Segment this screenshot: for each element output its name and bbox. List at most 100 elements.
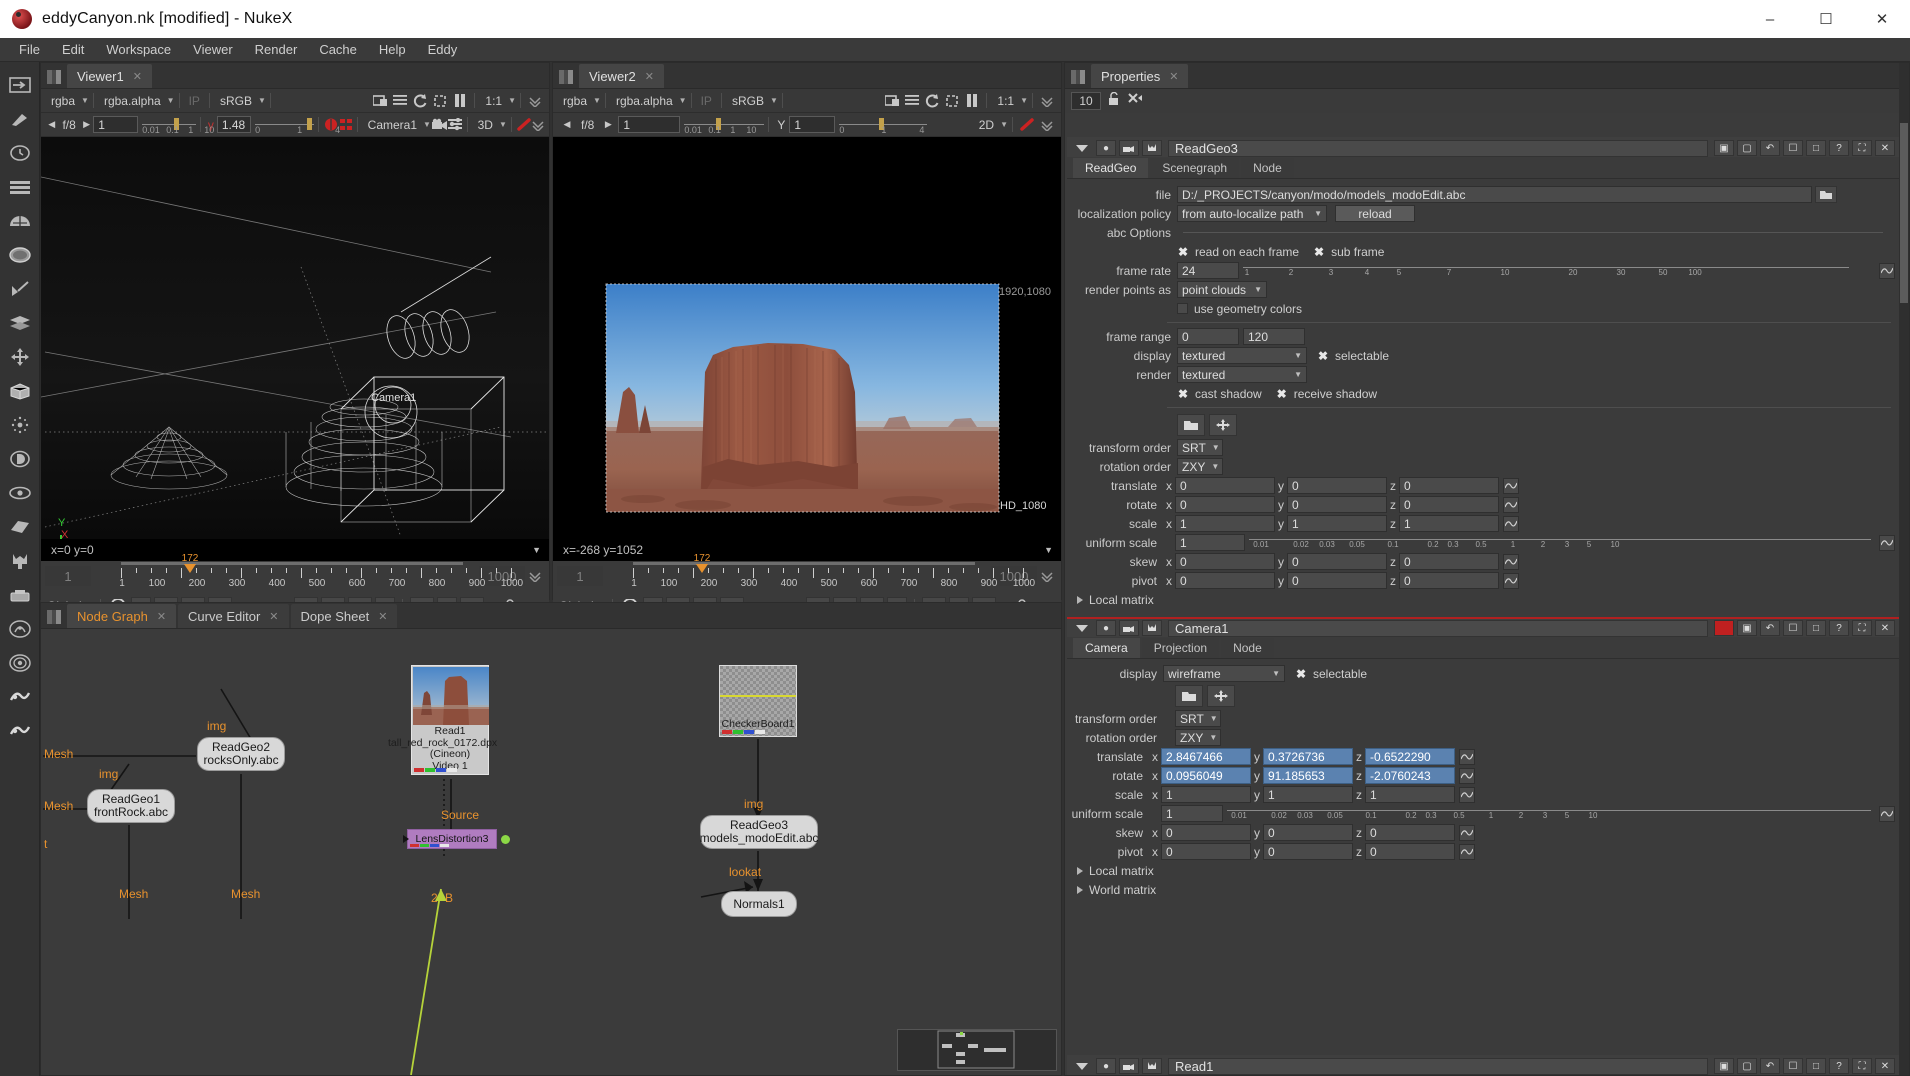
pivot-y-input[interactable]: 0 bbox=[1287, 572, 1387, 589]
viewer2-ip-toggle[interactable]: IP bbox=[696, 94, 717, 108]
close-panel-icon[interactable]: ✕ bbox=[1875, 1058, 1895, 1074]
reload-button[interactable]: reload bbox=[1335, 205, 1415, 222]
clear-all-icon[interactable] bbox=[1127, 92, 1143, 111]
cam-translate-z-input[interactable]: -0.6522290 bbox=[1365, 748, 1455, 765]
viewer2-layer[interactable]: rgba.alpha bbox=[610, 94, 679, 108]
display-dropdown[interactable]: textured ▼ bbox=[1177, 347, 1307, 364]
float-icon[interactable]: ⛶ bbox=[1852, 620, 1872, 636]
collapse-icon[interactable] bbox=[1076, 1062, 1088, 1070]
eddy-icon[interactable] bbox=[3, 680, 37, 714]
translate-z-input[interactable]: 0 bbox=[1399, 477, 1499, 494]
unlock-icon[interactable] bbox=[1107, 91, 1121, 111]
deep-icon[interactable] bbox=[3, 442, 37, 476]
viewer2-gamma-slider[interactable]: 0 1 4 bbox=[839, 117, 928, 135]
ptab-readgeo[interactable]: ReadGeo bbox=[1073, 158, 1149, 178]
gain-next-icon[interactable]: ▶ bbox=[80, 116, 93, 134]
toolsets-icon[interactable] bbox=[3, 544, 37, 578]
node-color-icon[interactable] bbox=[1119, 620, 1139, 636]
chevron-down-icon[interactable]: ▼ bbox=[167, 96, 175, 105]
ptab-camera[interactable]: Camera bbox=[1073, 638, 1140, 658]
frame-rate-slider[interactable]: 1 2 3 4 5 7 10 20 30 50 100 bbox=[1243, 264, 1849, 278]
rotation-order-dropdown[interactable]: ZXY ▼ bbox=[1177, 458, 1223, 475]
chevron-down-icon[interactable]: ▼ bbox=[679, 96, 687, 105]
transform-gizmo-icon[interactable] bbox=[1207, 685, 1235, 707]
eddy2-icon[interactable] bbox=[3, 714, 37, 748]
transform-icon[interactable] bbox=[3, 340, 37, 374]
paste-icon[interactable]: □ bbox=[1806, 620, 1826, 636]
cam-uniform-scale-slider[interactable]: 0.01 0.02 0.03 0.05 0.1 0.2 0.3 0.5 1 2 … bbox=[1227, 807, 1871, 821]
menu-file[interactable]: File bbox=[8, 39, 51, 60]
file-load-transform-icon[interactable] bbox=[1175, 685, 1203, 707]
transform-order-dropdown[interactable]: SRT ▼ bbox=[1177, 439, 1223, 456]
panel-grip[interactable] bbox=[47, 70, 61, 84]
rotate-y-input[interactable]: 0 bbox=[1287, 496, 1387, 513]
draw-icon[interactable] bbox=[3, 102, 37, 136]
cam-uniform-scale-animation-icon[interactable] bbox=[1879, 805, 1895, 822]
max-panels-count[interactable]: 10 bbox=[1071, 92, 1101, 110]
cam-transform-order-dropdown[interactable]: SRT ▼ bbox=[1175, 710, 1221, 727]
revert-icon[interactable]: ↶ bbox=[1760, 1058, 1780, 1074]
close-panel-icon[interactable]: ✕ bbox=[1875, 140, 1895, 156]
frame-rate-input[interactable]: 24 bbox=[1177, 262, 1239, 279]
chevron-down-icon[interactable]: ▼ bbox=[770, 96, 778, 105]
cam-pivot-x-input[interactable]: 0 bbox=[1161, 843, 1251, 860]
chevron-down-icon[interactable]: ▼ bbox=[508, 96, 516, 105]
cam-translate-x-input[interactable]: 2.8467466 bbox=[1161, 748, 1251, 765]
save-settings-icon[interactable]: ▢ bbox=[1737, 140, 1757, 156]
transform-gizmo-icon[interactable] bbox=[1209, 414, 1237, 436]
menu-edit[interactable]: Edit bbox=[51, 39, 95, 60]
close-icon[interactable]: ✕ bbox=[157, 610, 166, 623]
cam-rotate-z-input[interactable]: -2.0760243 bbox=[1365, 767, 1455, 784]
cara-icon[interactable] bbox=[3, 646, 37, 680]
particles-icon[interactable] bbox=[3, 408, 37, 442]
node-graph-minimap[interactable] bbox=[897, 1029, 1057, 1071]
chevron-down-icon[interactable]: ▼ bbox=[1000, 120, 1008, 129]
node-readgeo3[interactable]: ReadGeo3 models_modoEdit.abc bbox=[700, 815, 818, 849]
camera-icon[interactable] bbox=[431, 116, 448, 134]
ptab-node[interactable]: Node bbox=[1241, 158, 1294, 178]
chevron-down-icon[interactable]: ▼ bbox=[499, 120, 507, 129]
scale-x-input[interactable]: 1 bbox=[1175, 515, 1275, 532]
viewer1-gain-label[interactable]: f/8 bbox=[58, 118, 79, 132]
menu-lines-icon[interactable] bbox=[390, 92, 410, 110]
node-color-icon[interactable] bbox=[1119, 1058, 1139, 1074]
gain-prev-icon[interactable]: ◀ bbox=[45, 116, 58, 134]
cam-rotation-order-dropdown[interactable]: ZXY ▼ bbox=[1175, 729, 1221, 746]
tab-properties[interactable]: Properties ✕ bbox=[1091, 64, 1189, 88]
help-icon[interactable]: ? bbox=[1829, 140, 1849, 156]
properties-scrollbar[interactable] bbox=[1899, 63, 1909, 1075]
disable-node-icon[interactable]: ● bbox=[1096, 140, 1116, 156]
cam-translate-y-input[interactable]: 0.3726736 bbox=[1263, 748, 1353, 765]
disable-node-icon[interactable]: ● bbox=[1096, 620, 1116, 636]
scale-animation-icon[interactable] bbox=[1503, 515, 1519, 532]
uniform-scale-animation-icon[interactable] bbox=[1879, 534, 1895, 551]
menu-viewer[interactable]: Viewer bbox=[182, 39, 244, 60]
cam-scale-z-input[interactable]: 1 bbox=[1365, 786, 1455, 803]
cam-scale-animation-icon[interactable] bbox=[1459, 786, 1475, 803]
cam-local-matrix-section[interactable]: Local matrix bbox=[1067, 861, 1899, 880]
receive-shadow-checkbox[interactable]: ✖ bbox=[1276, 387, 1288, 401]
viewer1-channels[interactable]: rgba bbox=[45, 94, 81, 108]
cam-rotate-y-input[interactable]: 91.185653 bbox=[1263, 767, 1353, 784]
pivot-z-input[interactable]: 0 bbox=[1399, 572, 1499, 589]
playhead[interactable] bbox=[184, 564, 196, 573]
save-settings-icon[interactable]: ▢ bbox=[1737, 1058, 1757, 1074]
paste-icon[interactable]: □ bbox=[1806, 140, 1826, 156]
node-readgeo2[interactable]: ReadGeo2 rocksOnly.abc bbox=[197, 737, 285, 771]
file-browse-icon[interactable] bbox=[1815, 186, 1837, 203]
viewer1-zoom[interactable]: 1:1 bbox=[479, 94, 508, 108]
color-icon[interactable] bbox=[3, 204, 37, 238]
tab-viewer1[interactable]: Viewer1 ✕ bbox=[67, 64, 152, 88]
load-settings-icon[interactable]: ▣ bbox=[1714, 1058, 1734, 1074]
read-on-each-frame-checkbox[interactable]: ✖ bbox=[1177, 245, 1189, 259]
ptab-scenegraph[interactable]: Scenegraph bbox=[1150, 158, 1240, 178]
tab-node-graph[interactable]: Node Graph ✕ bbox=[67, 604, 177, 628]
help-icon[interactable]: ? bbox=[1829, 620, 1849, 636]
render-points-dropdown[interactable]: point clouds ▼ bbox=[1177, 281, 1267, 298]
scale-z-input[interactable]: 1 bbox=[1399, 515, 1499, 532]
menu-cache[interactable]: Cache bbox=[308, 39, 368, 60]
copy-icon[interactable]: ☐ bbox=[1783, 1058, 1803, 1074]
node-graph-canvas[interactable]: Read1 tall_red_rock_0172.dpx (Cineon) Vi… bbox=[41, 629, 1061, 1075]
keyer-icon[interactable] bbox=[3, 272, 37, 306]
scale-y-input[interactable]: 1 bbox=[1287, 515, 1387, 532]
